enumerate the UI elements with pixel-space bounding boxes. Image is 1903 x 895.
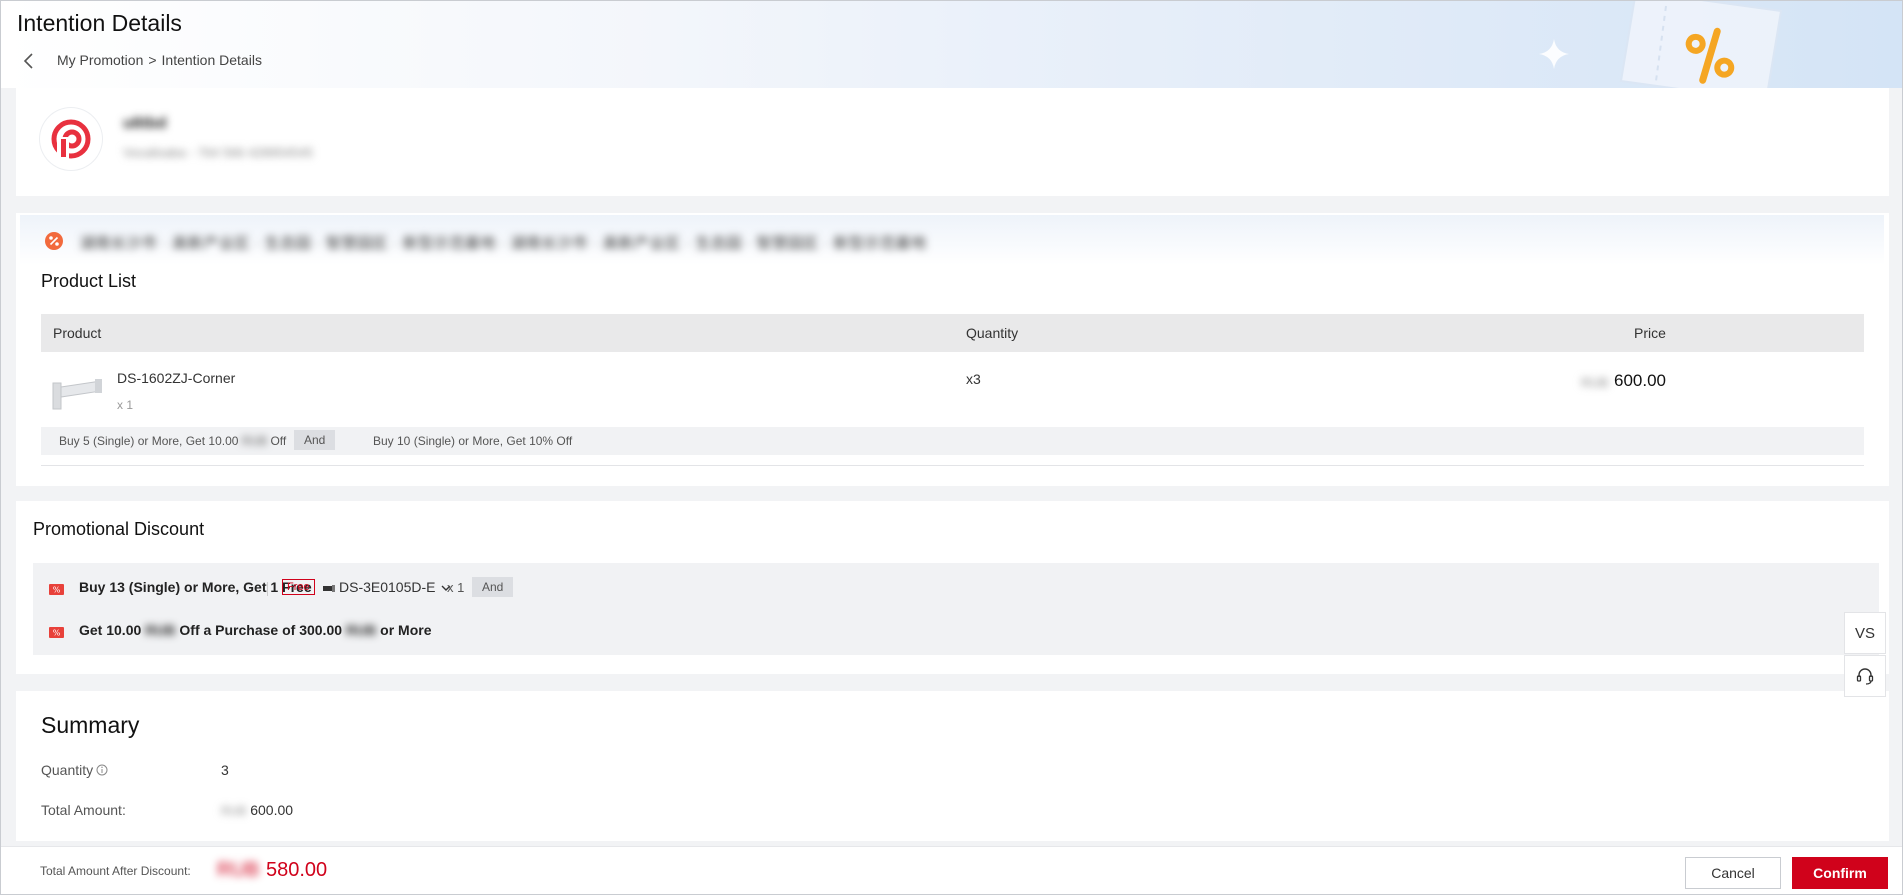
column-header-product: Product [53,325,102,341]
customer-support-button[interactable] [1844,655,1886,697]
headset-icon [1856,668,1874,685]
summary-card: Summary Quantity 3 Total Amount: RUB 600… [16,691,1889,841]
promotion-rule-1: Buy 5 (Single) or More, Get 10.00 RUB Of… [59,434,286,448]
page-header: Intention Details My Promotion > Intention… [1,1,1902,88]
product-unit: x 1 [117,398,134,412]
discount-item-1: Buy 13 (Single) or More, Get 1 Free [79,579,312,595]
gift-product-thumbnail [322,581,336,599]
promotional-discount-title: Promotional Discount [33,519,205,539]
info-icon[interactable] [96,763,108,779]
promotion-rule-1-text: Buy 5 (Single) or More, Get 10.00 [59,434,239,448]
product-table-header: Product Quantity Price [41,314,1864,352]
breadcrumb: My Promotion > Intention Details [57,52,262,68]
promotion-rule-1-suffix: Off [270,434,287,448]
gift-quantity: x 1 [447,580,465,595]
svg-text:%: % [53,629,61,638]
product-list-card: 湖南长沙市 · 高新产业区 · 生态园 · 智慧园区 · 新型示范基地 · 湖南… [16,213,1889,486]
summary-title: Summary [41,712,140,738]
promotion-rule-2: Buy 10 (Single) or More, Get 10% Off [373,434,573,448]
discount-item-2-part3: or More [380,622,432,638]
summary-total-value: RUB 600.00 [221,802,293,818]
discount-item-2-part2: Off a Purchase of 300.00 [179,622,343,638]
back-arrow-icon[interactable] [19,51,39,71]
summary-quantity-label-text: Quantity [41,762,94,778]
discount-item-1-text: Buy 13 (Single) or More, Get 1 Free [79,579,312,595]
divider [41,465,1864,466]
promotion-banner: 湖南长沙市 · 高新产业区 · 生态园 · 智慧园区 · 新型示范基地 · 湖南… [20,215,1884,265]
product-price-currency: RUB [1581,375,1609,390]
cancel-button[interactable]: Cancel [1685,857,1781,889]
breadcrumb-link-my-promotion[interactable]: My Promotion [57,52,143,68]
discount-item-2: Get 10.00 RUB Off a Purchase of 300.00 R… [79,622,432,638]
divider [267,582,268,596]
merchant-logo [40,108,102,170]
and-tag: And [472,577,514,597]
discount-list: % Buy 13 (Single) or More, Get 1 Free Fr… [33,563,1879,655]
and-tag: And [294,430,336,450]
product-name[interactable]: DS-1602ZJ-Corner [117,370,235,386]
merchant-logo-icon [51,119,91,159]
discount-tag-icon: % [49,582,64,595]
breadcrumb-separator: > [148,52,157,68]
compare-vs-label: VS [1854,624,1875,642]
sparkle-icon [1537,37,1571,76]
promotional-discount-card: Promotional Discount % Buy 13 (Single) o… [16,501,1889,674]
promotion-title: 湖南长沙市 · 高新产业区 · 生态园 · 智慧园区 · 新型示范基地 · 湖南… [80,235,927,252]
product-price: 600.00 [1614,371,1666,390]
breadcrumb-current: Intention Details [161,52,262,68]
footer-bar: Total Amount After Discount: RUB 580.00 … [1,846,1902,894]
discount-ticket-icon [1606,1,1786,88]
merchant-name: u6tbd [123,115,167,132]
column-header-price: Price [1634,325,1666,341]
total-after-discount-label: Total Amount After Discount: [40,864,191,878]
gift-model-select[interactable]: DS-3E0105D-E [339,579,452,595]
merchant-card: u6tbd Vocalisaba - 764 566 428954545 [16,88,1889,196]
page-title: Intention Details [17,10,182,36]
summary-total-currency: RUB [221,804,247,818]
summary-quantity-label: Quantity [41,762,108,779]
promotion-rule-1-currency: RUB [241,434,268,448]
svg-text:%: % [53,586,61,595]
confirm-button[interactable]: Confirm [1792,857,1888,889]
product-thumbnail [49,371,105,418]
product-promotion-rules: Buy 5 (Single) or More, Get 10.00 RUB Of… [41,427,1864,455]
discount-item-2-currency: RUB [345,622,377,638]
total-after-discount-value: 580.00 [266,859,328,881]
promotion-tag-icon [44,231,64,256]
product-quantity: x3 [966,371,981,387]
free-badge: Free [282,579,315,595]
discount-tag-icon: % [49,625,64,638]
product-list-title: Product List [41,271,137,291]
summary-total-amount: 600.00 [250,802,294,818]
total-after-discount-currency: RUB [217,859,260,881]
discount-item-2-part1: Get 10.00 [79,622,142,638]
compare-vs-button[interactable]: VS [1844,612,1886,654]
summary-total-label: Total Amount: [41,802,126,818]
gift-model-value: DS-3E0105D-E [339,579,436,595]
discount-item-2-currency: RUB [145,622,176,638]
column-header-quantity: Quantity [966,325,1019,341]
merchant-subtitle: Vocalisaba - 764 566 428954545 [123,145,314,160]
summary-quantity-value: 3 [221,762,229,778]
